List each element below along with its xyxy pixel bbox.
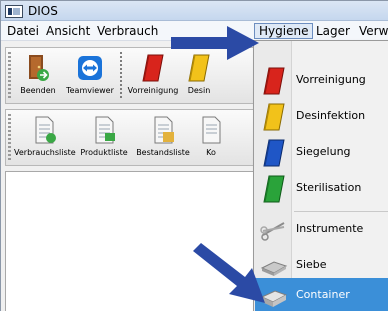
pointer-arrow-icon [171, 26, 259, 60]
menu-lager[interactable]: Lager [312, 23, 354, 39]
menu-item-label: Desinfektion [296, 109, 366, 122]
menu-datei[interactable]: Datei [3, 23, 43, 39]
exit-button[interactable]: Beenden [14, 51, 62, 102]
toolbar-grip[interactable] [8, 114, 11, 162]
red-book-icon [263, 67, 285, 95]
menu-ansicht[interactable]: Ansicht [42, 23, 94, 39]
menu-item-desinfektion[interactable]: Desinfektion [255, 99, 388, 135]
list-document-icon [35, 116, 56, 144]
vorreinigung-button-label: Vorreinigung [127, 86, 179, 95]
hygiene-dropdown-menu: Vorreinigung Desinfektion Siegelung Ster… [253, 40, 388, 311]
teamviewer-button[interactable]: Teamviewer [64, 51, 116, 102]
toolbar-separator [120, 52, 122, 100]
menu-item-vorreinigung[interactable]: Vorreinigung [255, 63, 388, 99]
toolbar-grip[interactable] [8, 52, 11, 100]
menu-verbrauch[interactable]: Verbrauch [93, 23, 162, 39]
list-document-icon [202, 116, 221, 144]
list-document-icon [95, 116, 115, 144]
app-window: DIOS Datei Ansicht Verbrauch Hygiene Lag… [0, 0, 388, 311]
yellow-book-icon [263, 103, 285, 131]
produktliste-button[interactable]: Produktliste [78, 113, 130, 164]
teamviewer-button-label: Teamviewer [66, 86, 114, 95]
ko-button-label: Ko [206, 148, 216, 157]
desinfektion-button-label: Desin [187, 86, 211, 95]
menu-item-label: Container [296, 288, 350, 301]
exit-button-label: Beenden [20, 86, 56, 95]
teamviewer-icon [78, 56, 102, 80]
app-icon [5, 5, 23, 18]
menu-item-container[interactable]: Container [255, 278, 388, 311]
green-book-icon [263, 175, 285, 203]
ko-button[interactable]: Ko [196, 113, 226, 164]
window-title: DIOS [28, 4, 58, 18]
menu-item-label: Sterilisation [296, 181, 362, 194]
produktliste-button-label: Produktliste [80, 148, 128, 157]
exit-door-icon [29, 55, 49, 81]
menu-item-label: Siegelung [296, 145, 351, 158]
verbrauchsliste-button-label: Verbrauchsliste [14, 148, 76, 157]
menu-item-label: Vorreinigung [296, 73, 366, 86]
list-document-icon [154, 116, 174, 144]
verbrauchsliste-button[interactable]: Verbrauchsliste [14, 113, 76, 164]
red-book-icon [142, 54, 164, 82]
bestandsliste-button-label: Bestandsliste [136, 148, 190, 157]
menu-hygiene[interactable]: Hygiene [254, 23, 314, 39]
menu-item-label: Instrumente [296, 222, 364, 235]
menu-item-instrumente[interactable]: Instrumente [255, 212, 388, 248]
list-toolbar: Verbrauchsliste Produktliste Bestandslis… [5, 109, 261, 166]
menu-item-siegelung[interactable]: Siegelung [255, 135, 388, 171]
menu-item-label: Siebe [296, 258, 327, 271]
blue-book-icon [263, 139, 285, 167]
menu-item-sterilisation[interactable]: Sterilisation [255, 171, 388, 207]
menu-verw[interactable]: Verw [355, 23, 388, 39]
bestandsliste-button[interactable]: Bestandsliste [134, 113, 192, 164]
pointer-arrow-icon [193, 243, 265, 303]
title-bar: DIOS [1, 1, 388, 21]
